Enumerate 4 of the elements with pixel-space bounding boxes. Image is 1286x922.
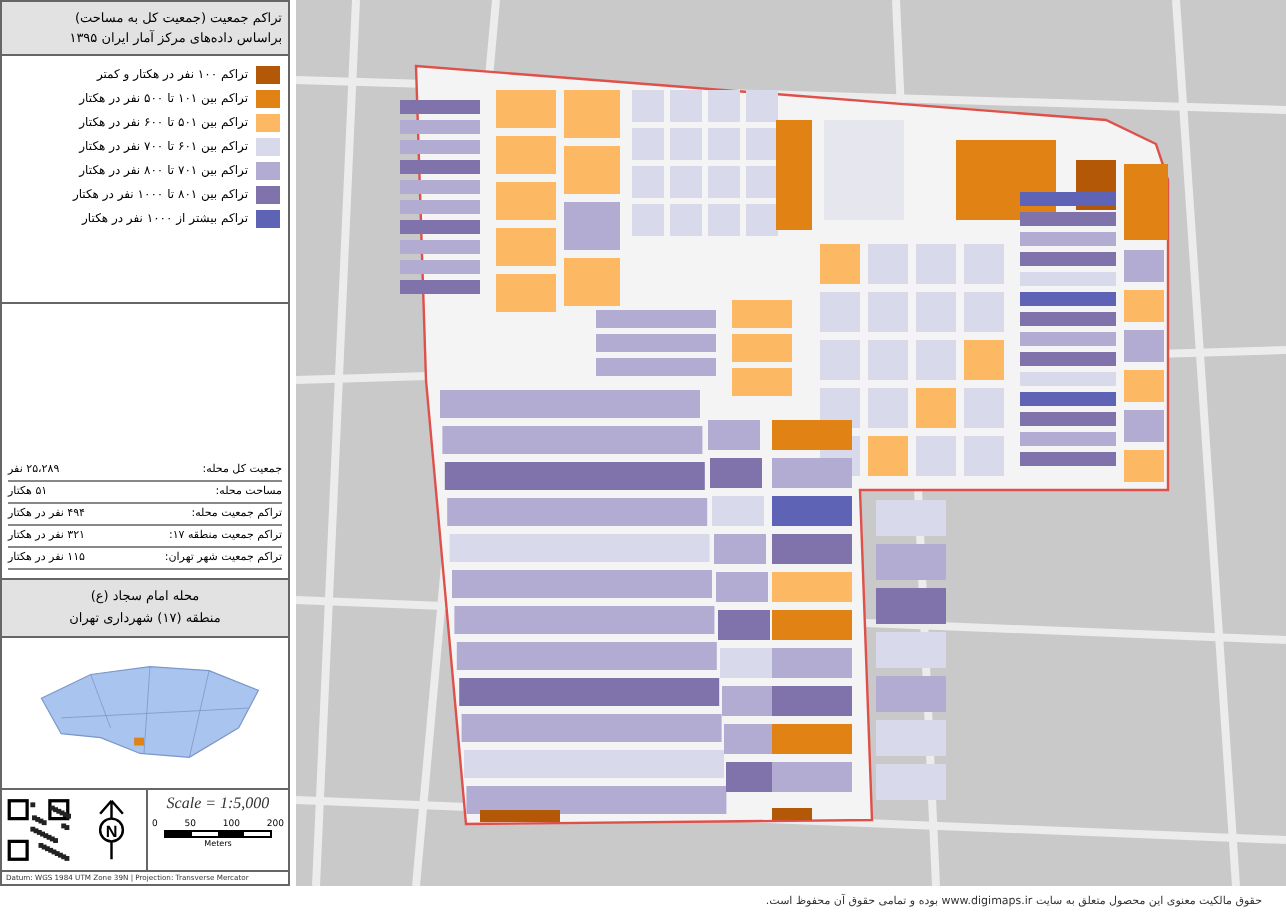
scale-bar bbox=[164, 830, 272, 838]
scale-text: Scale = 1:5,000 bbox=[166, 794, 270, 812]
qr-code-icon bbox=[6, 794, 71, 866]
north-letter: N bbox=[104, 822, 117, 841]
